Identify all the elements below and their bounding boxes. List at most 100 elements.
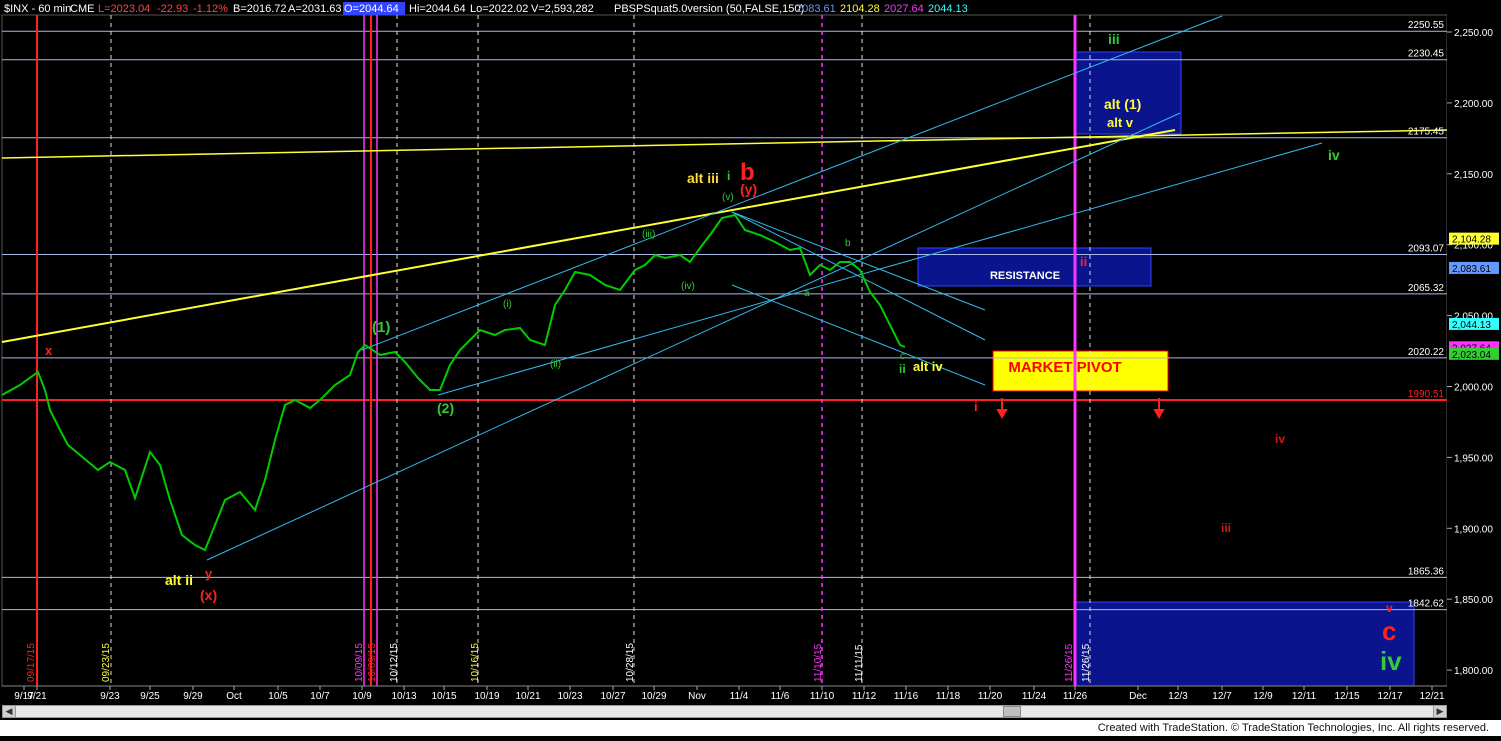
x-tick-label: 12/11 (1292, 691, 1317, 702)
x-tick-label: 10/5 (268, 691, 288, 702)
level-label: 1842.62 (1408, 599, 1445, 610)
header-ind-value-4: 2044.13 (928, 3, 968, 15)
header-exchange: CME (70, 3, 94, 15)
x-tick-label: 12/9 (1253, 691, 1273, 702)
scroll-thumb[interactable] (1003, 706, 1021, 717)
y-tick-label: 1,800.00 (1454, 666, 1493, 677)
wave-label: alt (1) (1104, 96, 1141, 112)
x-tick-label: 9/21 (27, 691, 47, 702)
level-label: 2230.45 (1408, 49, 1445, 60)
chart-canvas: x (1) (2) alt ii y (x) alt iii i (v) b (… (1, 0, 1501, 705)
x-tick-label: Dec (1129, 691, 1147, 702)
indicator-tag-label: 2,044.13 (1452, 320, 1491, 331)
x-tick-label: 11/12 (852, 691, 877, 702)
x-tick-label: 11/26 (1063, 691, 1088, 702)
wave-label: iii (1108, 31, 1120, 47)
x-tick-label: 12/17 (1377, 691, 1402, 702)
x-tick-label: 12/15 (1334, 691, 1359, 702)
chart-scrollbar[interactable]: ◀ ▶ (2, 705, 1447, 718)
level-label: 1865.36 (1408, 566, 1445, 577)
wave-label: (ii) (550, 359, 561, 370)
x-tick-label: 10/7 (310, 691, 330, 702)
x-tick-label: Nov (688, 691, 706, 702)
header-change: -22.93 (157, 3, 188, 15)
wave-label: (iv) (681, 281, 695, 292)
wave-label: x (45, 343, 53, 358)
wave-label: a (804, 288, 810, 299)
wave-label: v (1386, 601, 1393, 615)
y-tick-label: 1,850.00 (1454, 595, 1493, 606)
level-label: 2250.55 (1408, 20, 1445, 31)
level-label: 2065.32 (1408, 283, 1445, 294)
chart: x (1) (2) alt ii y (x) alt iii i (v) b (… (0, 0, 1501, 736)
footer-credit: Created with TradeStation. © TradeStatio… (1097, 722, 1489, 734)
x-tick-label: 11/18 (936, 691, 961, 702)
x-tick-label: 10/19 (474, 691, 499, 702)
header-ask: A=2031.63 (288, 3, 342, 15)
level-label: 1990.51 (1408, 389, 1445, 400)
header-last: L=2023.04 (98, 3, 150, 15)
indicator-tag-label: 2,023.04 (1452, 350, 1491, 361)
x-tick-label: 12/7 (1212, 691, 1232, 702)
wave-label: i (727, 169, 730, 183)
vertical-date-label: 10/09/15 (367, 643, 378, 682)
x-tick-label: 11/16 (894, 691, 919, 702)
wave-label: ii (1080, 254, 1087, 269)
plot-frame (1, 14, 1448, 687)
x-tick-label: 12/21 (1419, 691, 1444, 702)
wave-label: alt iii (687, 170, 719, 186)
wave-label: (i) (503, 299, 512, 310)
wave-label: (v) (722, 192, 734, 203)
level-label: 2093.07 (1408, 244, 1445, 255)
wave-label: iii (1221, 521, 1231, 535)
resistance-label: RESISTANCE (990, 270, 1060, 282)
y-tick-label: 1,900.00 (1454, 524, 1493, 535)
x-tick-label: 10/9 (352, 691, 372, 702)
x-tick-label: Oct (226, 691, 242, 702)
x-tick-label: 11/4 (730, 691, 749, 702)
header: $INX - 60 min CME L=2023.04 -22.93 -1.12… (4, 2, 968, 15)
y-tick-label: 2,200.00 (1454, 99, 1493, 110)
wave-label: c (900, 351, 905, 362)
vertical-date-label: 10/12/15 (389, 643, 400, 682)
x-tick-label: 11/20 (978, 691, 1003, 702)
vertical-date-label: 10/16/15 (470, 643, 481, 682)
header-low: Lo=2022.02 (470, 3, 528, 15)
x-tick-label: 9/29 (183, 691, 203, 702)
wave-label: (2) (437, 400, 454, 416)
wave-label: alt ii (165, 572, 193, 588)
wave-label: ii (899, 362, 906, 376)
x-tick-label: 10/13 (391, 691, 416, 702)
wave-label: iv (1380, 646, 1402, 676)
wave-label: alt iv (913, 359, 943, 374)
x-tick-label: 10/23 (557, 691, 582, 702)
y-tick-label: 1,950.00 (1454, 453, 1493, 464)
x-axis: 9/179/21 9/23 9/25 9/29 Oct 10/5 10/7 10/9 10/13… (14, 686, 1445, 702)
wave-label: (1) (372, 319, 390, 336)
scroll-left-icon[interactable]: ◀ (3, 706, 16, 717)
header-high: Hi=2044.64 (409, 3, 466, 15)
vertical-date-label: 11/11/15 (854, 644, 865, 682)
vertical-date-label: 09/17/15 (26, 643, 37, 682)
level-label: 2175.45 (1408, 127, 1445, 138)
wave-label: (y) (740, 181, 757, 197)
x-tick-label: 9/23 (100, 691, 120, 702)
header-bid: B=2016.72 (233, 3, 287, 15)
scroll-right-icon[interactable]: ▶ (1433, 706, 1446, 717)
y-tick-label: 2,000.00 (1454, 383, 1493, 394)
vertical-date-label: 10/28/15 (625, 643, 636, 682)
x-tick-label: 9/25 (140, 691, 160, 702)
wave-label: iv (1275, 432, 1285, 446)
level-label: 2020.22 (1408, 347, 1445, 358)
wave-label: (iii) (642, 229, 655, 240)
wave-label: c (1382, 616, 1396, 646)
indicator-tag-label: 2,083.61 (1452, 264, 1491, 275)
vertical-date-label: 11/10/15 (813, 643, 824, 682)
x-tick-label: 10/15 (431, 691, 456, 702)
wave-label: b (845, 238, 851, 249)
wave-label: iv (1328, 147, 1340, 163)
x-tick-label: 11/6 (771, 691, 790, 702)
x-tick-label: 10/27 (600, 691, 625, 702)
header-ind-value-2: 2104.28 (840, 3, 880, 15)
vertical-date-label: 11/26/15 (1081, 643, 1092, 682)
